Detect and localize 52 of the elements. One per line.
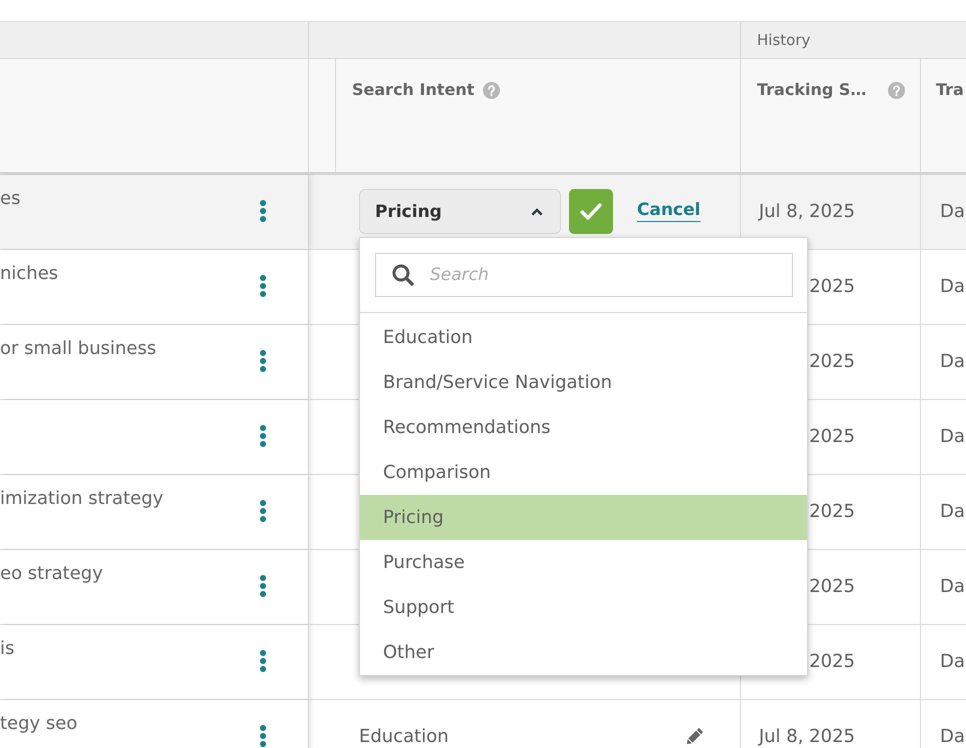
kebab-menu-icon[interactable] <box>260 650 266 672</box>
column-header: Tracking S… <box>757 79 866 101</box>
check-icon <box>580 203 602 220</box>
date-text: 2025 <box>809 651 855 673</box>
kebab-menu-icon[interactable] <box>260 575 266 597</box>
date-text: Jul 8, 2025 <box>758 201 855 223</box>
kebab-menu-icon[interactable] <box>260 200 266 222</box>
pencil-icon[interactable] <box>684 727 704 747</box>
intent-text: Education <box>359 726 449 748</box>
dropdown-option[interactable]: Education <box>360 315 807 360</box>
cell-text: Da <box>940 201 965 223</box>
keyword-text: imization strategy <box>0 487 164 511</box>
cell-text: Da <box>940 576 965 598</box>
dropdown-option[interactable]: Recommendations <box>360 405 807 450</box>
dropdown-option[interactable]: Support <box>360 585 807 630</box>
date-text: 2025 <box>809 276 855 298</box>
kebab-menu-icon[interactable] <box>260 275 266 297</box>
cell-text: Da <box>940 726 965 748</box>
search-field[interactable]: Search <box>375 253 793 297</box>
search-icon <box>392 264 414 286</box>
confirm-button[interactable] <box>569 189 613 234</box>
kebab-menu-icon[interactable] <box>260 500 266 522</box>
intent-select[interactable]: Pricing <box>359 189 561 234</box>
date-text: 2025 <box>809 501 855 523</box>
dropdown-option[interactable]: Pricing <box>360 495 807 540</box>
keyword-text: es <box>0 187 20 211</box>
caret-icon <box>531 208 543 216</box>
date-text: 2025 <box>809 426 855 448</box>
keyword-text: niches <box>0 262 58 286</box>
kebab-menu-icon[interactable] <box>260 725 266 747</box>
dropdown-option[interactable]: Comparison <box>360 450 807 495</box>
date-text: 2025 <box>809 576 855 598</box>
kebab-menu-icon[interactable] <box>260 425 266 447</box>
cell-text: Da <box>940 426 965 448</box>
kebab-menu-icon[interactable] <box>260 350 266 372</box>
group-header-label: History <box>757 30 810 50</box>
keyword-text: or small business <box>0 337 156 361</box>
dropdown-option[interactable]: Other <box>360 630 807 675</box>
cancel-link[interactable]: Cancel <box>637 198 700 222</box>
cell-text: Da <box>940 276 965 298</box>
column-header: Tra <box>936 79 964 101</box>
cell-text: Da <box>940 501 965 523</box>
keyword-text: is <box>0 637 14 661</box>
dropdown-option[interactable]: Purchase <box>360 540 807 585</box>
date-text: 2025 <box>809 351 855 373</box>
date-text: Jul 8, 2025 <box>758 726 855 748</box>
keyword-text: eo strategy <box>0 562 103 586</box>
dropdown-option[interactable]: Brand/Service Navigation <box>360 360 807 405</box>
cell-text: Da <box>940 651 965 673</box>
keyword-text: tegy seo <box>0 712 78 736</box>
column-header: Search Intent <box>352 79 474 101</box>
cell-text: Da <box>940 351 965 373</box>
